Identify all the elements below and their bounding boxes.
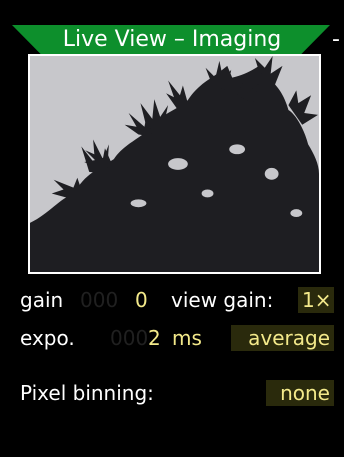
gain-value[interactable]: 0 <box>135 287 148 313</box>
pixel-binning-value[interactable]: none <box>266 380 334 406</box>
live-view-preview <box>28 54 321 274</box>
page-title: Live View – Imaging <box>62 27 282 52</box>
exposure-unit: ms <box>172 326 202 350</box>
view-gain-value[interactable]: 1× <box>298 287 334 313</box>
view-gain-label: view gain: <box>171 288 274 312</box>
gain-ghost-digits: 000 <box>80 288 119 312</box>
averaging-mode-value[interactable]: average <box>231 325 334 351</box>
exposure-value[interactable]: 2 <box>148 325 161 351</box>
pixel-binning-label: Pixel binning: <box>20 381 154 405</box>
exposure-ghost-digits: 000 <box>110 326 149 350</box>
gain-label: gain <box>20 288 64 312</box>
tree-image <box>30 56 319 272</box>
title-trailing-dash: - <box>332 27 340 52</box>
exposure-label: expo. <box>20 326 75 350</box>
